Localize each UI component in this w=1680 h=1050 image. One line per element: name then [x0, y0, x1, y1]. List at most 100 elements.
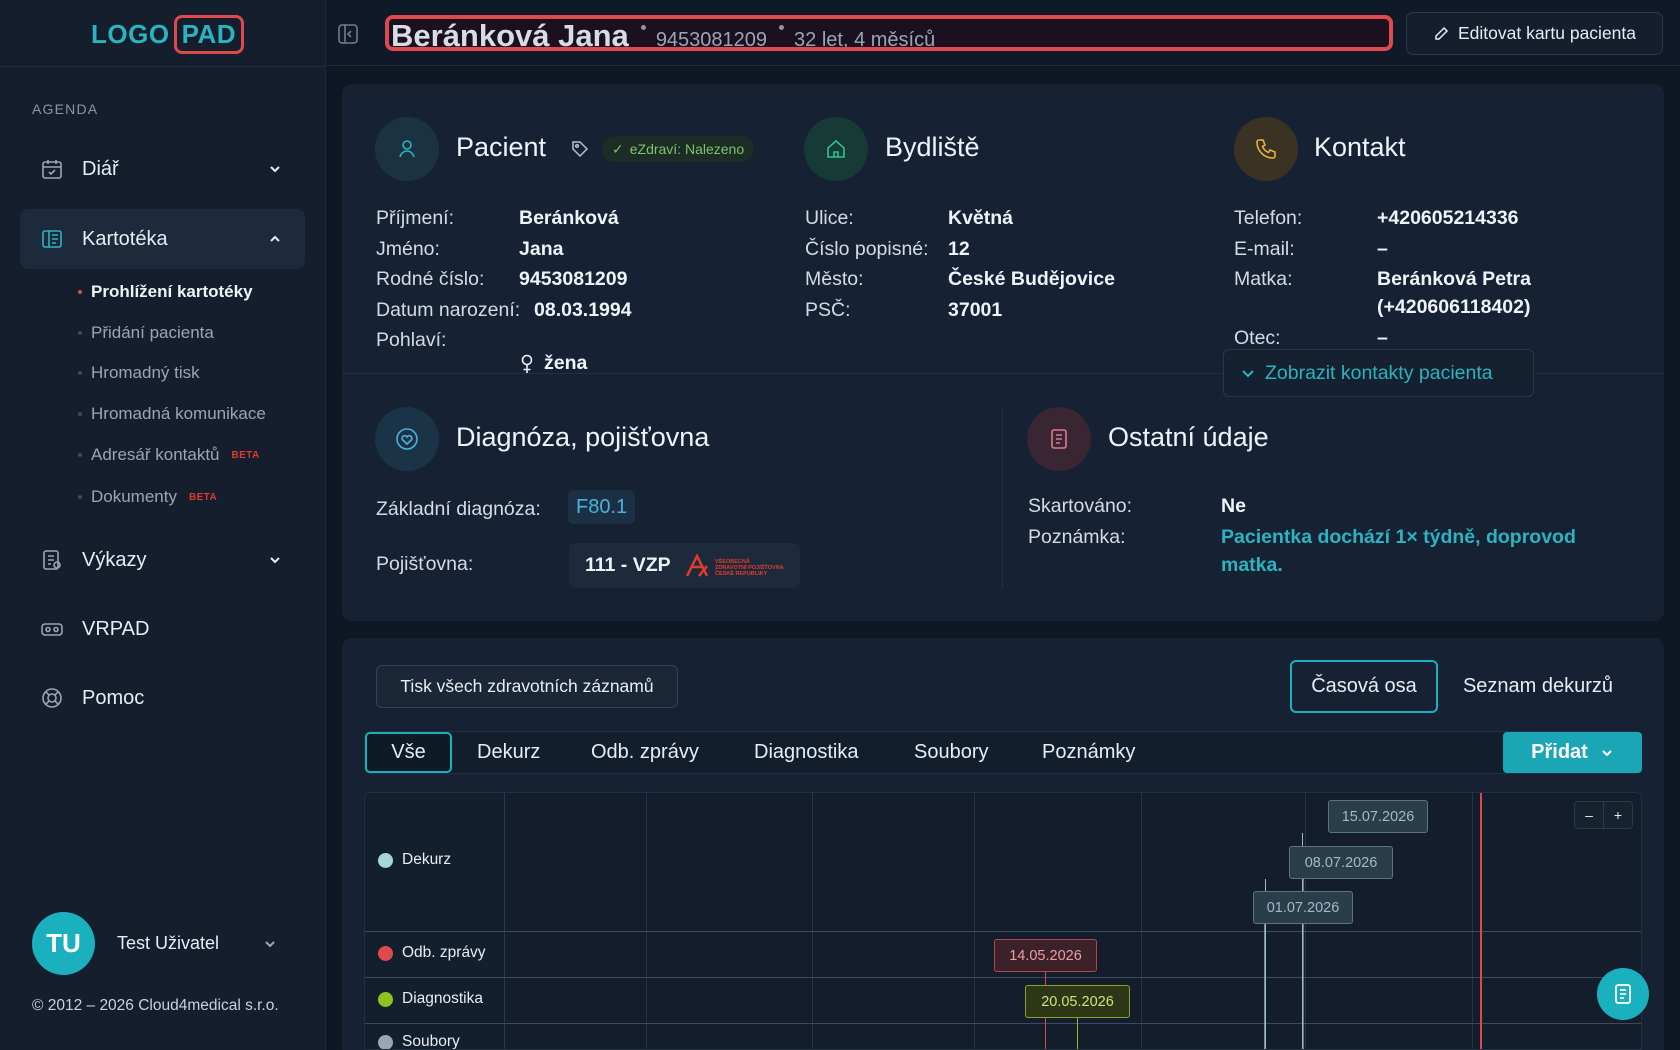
print-all-records-button[interactable]: Tisk všech zdravotních záznamů: [376, 665, 678, 708]
field-diagnoza-label: Základní diagnóza:: [376, 498, 541, 520]
svg-text:ZDRAVOTNÍ POJIŠŤOVNA: ZDRAVOTNÍ POJIŠŤOVNA: [715, 563, 784, 571]
field-psc: PSČ: 37001: [805, 299, 1003, 321]
sidebar-collapse-icon[interactable]: [337, 23, 359, 45]
book-icon: [42, 230, 62, 248]
show-contacts-button[interactable]: Zobrazit kontakty pacienta: [1223, 349, 1534, 397]
logo[interactable]: LOGO PAD: [91, 14, 245, 54]
card-vertical-divider: [1002, 408, 1003, 588]
patient-header: Beránková Jana 9453081209 32 let, 4 měsí…: [385, 15, 1393, 51]
add-record-button[interactable]: Přidat: [1503, 732, 1642, 773]
subnav-prohlizeni[interactable]: Prohlížení kartotéky: [78, 282, 253, 302]
copyright: © 2012 – 2026 Cloud4medical s.r.o.: [32, 997, 279, 1014]
document-icon: [1615, 984, 1631, 1004]
sidebar-divider: [0, 66, 326, 67]
subnav-adresar[interactable]: Adresář kontaktů BETA: [78, 445, 260, 465]
lifebuoy-icon: [42, 688, 62, 708]
chevron-down-icon: [265, 941, 275, 948]
timeline-event[interactable]: 01.07.2026: [1253, 891, 1353, 924]
tab-vse[interactable]: Vše: [365, 732, 452, 773]
subnav-dokumenty[interactable]: Dokumenty BETA: [78, 487, 217, 507]
timeline-event[interactable]: 20.05.2026: [1025, 985, 1130, 1018]
new-document-fab[interactable]: [1597, 968, 1649, 1020]
view-timeline-toggle[interactable]: Časová osa: [1290, 660, 1438, 713]
field-email: E-mail: –: [1234, 238, 1388, 260]
chevron-down-icon: [270, 166, 280, 173]
field-rodne-cislo: Rodné číslo: 9453081209: [376, 268, 628, 290]
vr-headset-icon: [41, 623, 63, 636]
zoom-controls: – +: [1574, 801, 1633, 829]
lane-diagnostika: Diagnostika: [378, 990, 483, 1008]
field-prijmeni: Příjmení: Beránková: [376, 207, 619, 229]
user-icon: [375, 117, 439, 181]
calendar-icon: [42, 160, 62, 179]
field-matka-phone: (+420606118402): [1377, 296, 1531, 318]
diagnosis-code[interactable]: F80.1: [568, 490, 636, 524]
report-icon: [43, 550, 61, 570]
zoom-out-button[interactable]: –: [1575, 802, 1603, 828]
avatar: TU: [32, 912, 95, 975]
tab-soubory[interactable]: Soubory: [914, 732, 989, 773]
field-mesto: Město: České Budějovice: [805, 268, 1115, 290]
subnav-hromadna-komunikace[interactable]: Hromadná komunikace: [78, 404, 266, 424]
tab-odb-zpravy[interactable]: Odb. zprávy: [591, 732, 699, 773]
field-pohlavi: Pohlaví: žena: [376, 329, 588, 374]
diagnosis-section-title: Diagnóza, pojišťovna: [456, 422, 710, 452]
field-ulice: Ulice: Květná: [805, 207, 1014, 229]
patient-section-title: Pacient: [456, 132, 547, 162]
field-jmeno: Jméno: Jana: [376, 238, 564, 260]
svg-text:ČESKÉ REPUBLIKY: ČESKÉ REPUBLIKY: [715, 569, 768, 577]
tab-dekurz[interactable]: Dekurz: [477, 732, 540, 773]
home-icon: [804, 117, 868, 181]
address-section-title: Bydliště: [885, 132, 980, 162]
field-cislo-popisne: Číslo popisné: 12: [805, 238, 970, 260]
tab-poznamky[interactable]: Poznámky: [1042, 732, 1135, 773]
field-poznamka-cont: matka.: [1221, 554, 1283, 576]
lane-soubory: Soubory: [378, 1033, 460, 1049]
lane-dekurz: Dekurz: [378, 851, 451, 869]
vzp-logo: VŠEOBECNÁZDRAVOTNÍ POJIŠŤOVNAČESKÉ REPUB…: [685, 552, 784, 577]
timeline-lanes: Dekurz Odb. zprávy Diagnostika Soubory: [365, 793, 505, 1049]
patient-age: 32 let, 4 měsíců: [794, 28, 936, 51]
other-section-title: Ostatní údaje: [1108, 422, 1269, 452]
patient-birth-number: 9453081209: [655, 28, 768, 51]
chevron-up-icon: [270, 235, 280, 242]
svg-text:VŠEOBECNÁ: VŠEOBECNÁ: [715, 557, 750, 565]
user-name: Test Uživatel: [117, 933, 220, 953]
section-label: AGENDA: [32, 101, 99, 117]
heart-shield-icon: [375, 407, 439, 471]
nav-item-vykazy[interactable]: Výkazy: [20, 530, 305, 590]
chevron-down-icon: [270, 557, 280, 564]
timeline[interactable]: Dekurz Odb. zprávy Diagnostika Soubory 1…: [364, 792, 1642, 1050]
edit-patient-button[interactable]: Editovat kartu pacienta: [1406, 12, 1663, 55]
record-tabs: Vše Dekurz Odb. zprávy Diagnostika Soubo…: [364, 731, 1642, 774]
chevron-down-icon: [1602, 749, 1612, 756]
beta-badge: BETA: [231, 449, 260, 461]
nav-item-pomoc[interactable]: Pomoc: [20, 668, 305, 728]
female-icon: [521, 354, 533, 373]
contact-section-title: Kontakt: [1314, 132, 1406, 162]
field-otec: Otec: –: [1234, 327, 1388, 349]
nav-item-diar[interactable]: Diář: [20, 139, 305, 199]
tab-diagnostika[interactable]: Diagnostika: [754, 732, 859, 773]
field-pojistovna-label: Pojišťovna:: [376, 553, 474, 575]
sidebar: LOGO PAD AGENDA Diář Kartotéka Prohlížení…: [0, 0, 326, 1050]
ezdravi-badge: ✓ eZdraví: Nalezeno: [602, 136, 755, 162]
timeline-event[interactable]: 14.05.2026: [994, 939, 1097, 972]
field-skartovano: Skartováno: Ne: [1028, 495, 1246, 517]
phone-icon: [1234, 117, 1298, 181]
beta-badge: BETA: [188, 491, 218, 503]
timeline-event[interactable]: 15.07.2026: [1328, 800, 1428, 833]
subnav-hromadny-tisk[interactable]: Hromadný tisk: [78, 363, 200, 383]
view-list-toggle[interactable]: Seznam dekurzů: [1448, 660, 1628, 713]
tag-icon: [572, 141, 589, 158]
field-datum-narozeni: Datum narození: 08.03.1994: [376, 299, 632, 321]
nav-item-vrpad[interactable]: VRPAD: [20, 599, 305, 659]
document-icon: [1027, 407, 1091, 471]
timeline-event[interactable]: 08.07.2026: [1289, 846, 1393, 879]
nav-item-kartoteka[interactable]: Kartotéka: [20, 209, 305, 269]
user-menu[interactable]: TU Test Uživatel: [32, 912, 275, 975]
field-telefon: Telefon: +420605214336: [1234, 207, 1519, 229]
zoom-in-button[interactable]: +: [1603, 802, 1632, 828]
subnav-pridani[interactable]: Přidání pacienta: [78, 323, 214, 343]
lane-odb-zpravy: Odb. zprávy: [378, 944, 486, 962]
